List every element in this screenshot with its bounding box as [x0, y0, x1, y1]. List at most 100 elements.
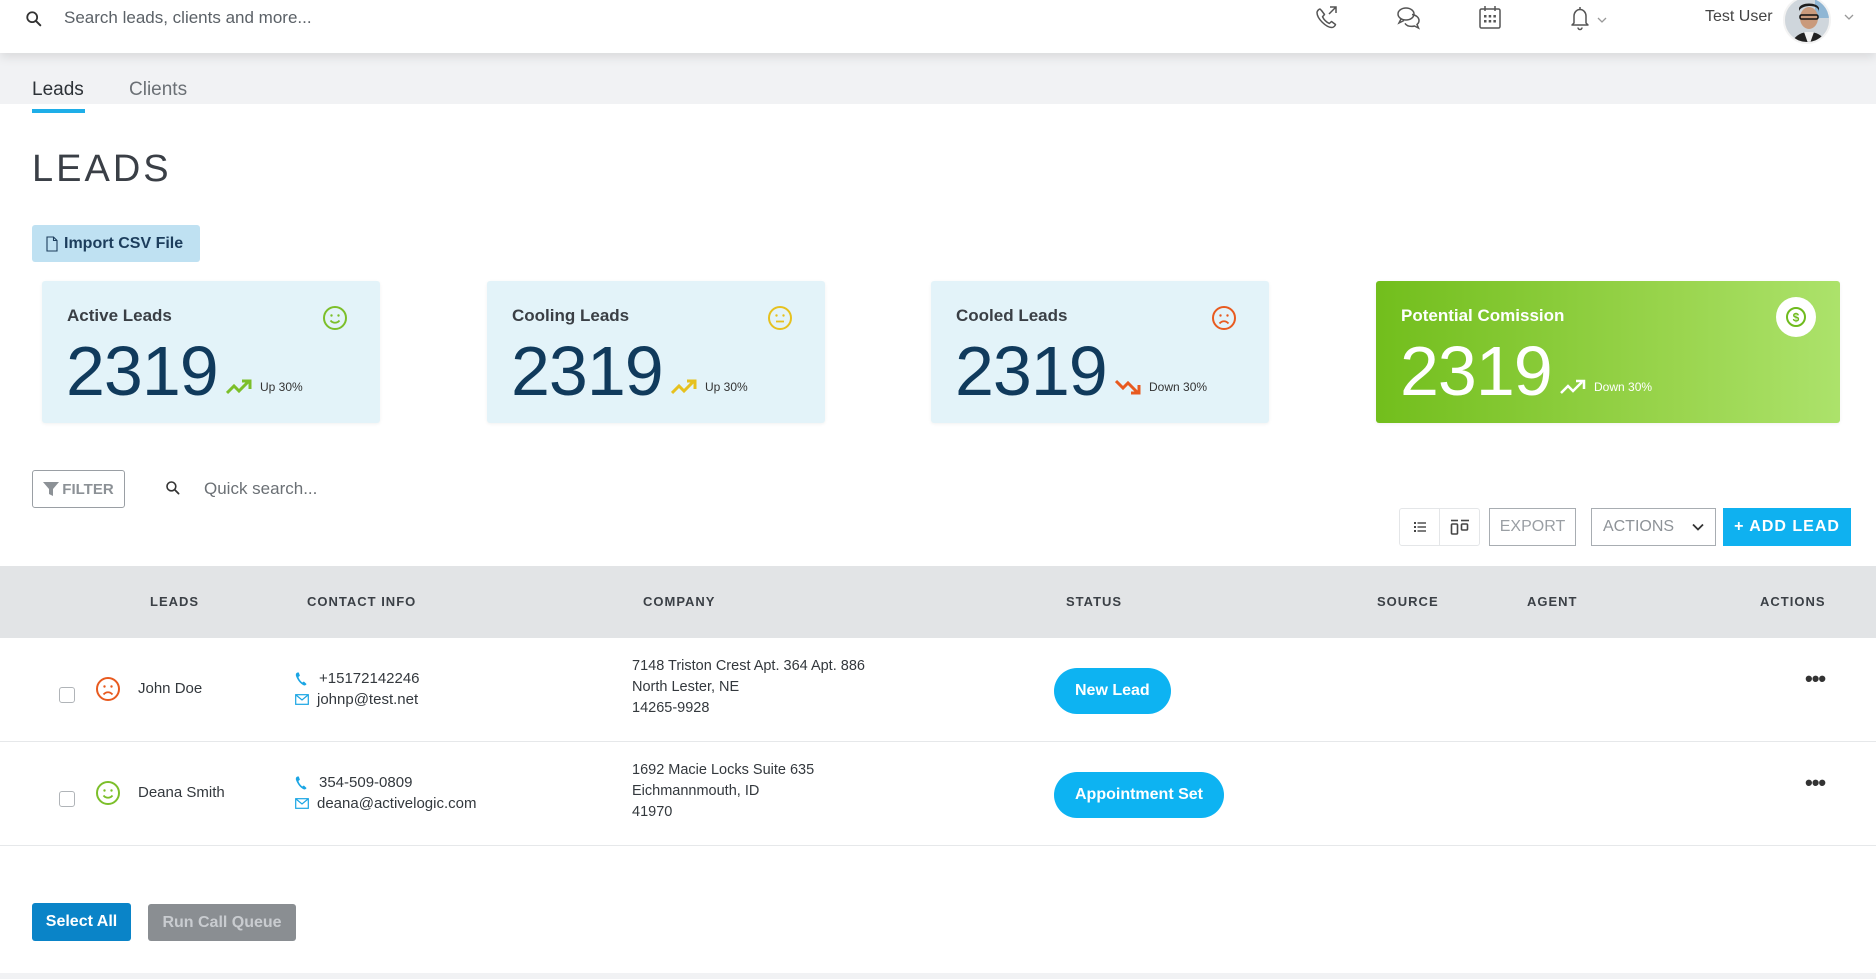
- company-address: 1692 Macie Locks Suite 635 Eichmannmouth…: [632, 760, 814, 823]
- filter-button[interactable]: FILTER: [32, 470, 125, 508]
- trend-down-icon: [1115, 379, 1141, 395]
- card-trend-label: Down 30%: [1594, 380, 1653, 394]
- bell-icon[interactable]: [1565, 3, 1595, 33]
- svg-text:$: $: [1793, 311, 1800, 325]
- card-trend-label: Up 30%: [705, 380, 748, 394]
- trend-up-icon: [1560, 379, 1586, 394]
- board-icon: [1450, 519, 1469, 535]
- chevron-down-icon: [1692, 523, 1704, 531]
- phone-number[interactable]: 354-509-0809: [319, 772, 412, 793]
- add-lead-button[interactable]: + ADD LEAD: [1723, 508, 1851, 546]
- user-menu-chevron-down-icon[interactable]: [1844, 12, 1854, 22]
- tabs-bar: Leads Clients: [0, 53, 1876, 104]
- address-line: North Lester, NE: [632, 679, 740, 695]
- outgoing-call-icon[interactable]: [1312, 3, 1342, 33]
- dollar-icon: $: [1786, 307, 1806, 327]
- file-icon: [46, 235, 58, 252]
- card-trend: Up 30%: [671, 379, 748, 395]
- column-header-status[interactable]: STATUS: [1066, 594, 1122, 609]
- notifications-chevron-down-icon[interactable]: [1597, 15, 1607, 25]
- status-badge[interactable]: Appointment Set: [1054, 772, 1224, 818]
- column-header-agent[interactable]: AGENT: [1527, 594, 1578, 609]
- list-view-button[interactable]: [1400, 509, 1439, 545]
- export-button[interactable]: EXPORT: [1489, 508, 1576, 546]
- happy-face-icon: [323, 306, 347, 330]
- actions-label: ACTIONS: [1602, 518, 1675, 535]
- stat-card-cooling-leads: Cooling Leads 2319 Up 30%: [487, 281, 825, 423]
- column-header-company[interactable]: COMPANY: [643, 594, 715, 609]
- chat-icon[interactable]: [1394, 3, 1424, 33]
- trend-up-icon: [671, 379, 697, 395]
- happy-face-icon: [96, 781, 120, 805]
- tab-clients[interactable]: Clients: [129, 79, 187, 101]
- phone-number[interactable]: +15172142246: [319, 668, 420, 689]
- card-trend-label: Down 30%: [1149, 380, 1208, 394]
- main-content: LEADS Import CSV File Active Leads 2319 …: [0, 104, 1876, 973]
- card-title: Cooled Leads: [956, 306, 1068, 325]
- neutral-face-icon: [768, 306, 792, 330]
- status-badge[interactable]: New Lead: [1054, 668, 1171, 714]
- lead-name[interactable]: Deana Smith: [138, 784, 225, 801]
- address-line: Eichmannmouth, ID: [632, 783, 760, 799]
- column-header-actions: ACTIONS: [1760, 594, 1826, 609]
- card-title: Active Leads: [67, 306, 172, 325]
- dollar-badge: $: [1776, 297, 1816, 337]
- column-header-source[interactable]: SOURCE: [1377, 594, 1439, 609]
- select-all-button[interactable]: Select All: [32, 903, 131, 941]
- trend-up-icon: [226, 379, 252, 395]
- row-actions-menu[interactable]: •••: [1805, 666, 1826, 692]
- card-value: 2319: [66, 332, 219, 410]
- card-value: 2319: [1400, 332, 1553, 410]
- lead-name[interactable]: John Doe: [138, 680, 202, 697]
- contact-info: 354-509-0809 deana@activelogic.com: [295, 772, 476, 814]
- table-row[interactable]: Deana Smith 354-509-0809 deana@activelog…: [0, 742, 1876, 846]
- row-actions-menu[interactable]: •••: [1805, 770, 1826, 796]
- address-line: 7148 Triston Crest Apt. 364 Apt. 886: [632, 658, 865, 674]
- card-trend: Up 30%: [226, 379, 303, 395]
- card-trend: Down 30%: [1560, 379, 1652, 395]
- user-photo-icon: [1785, 0, 1829, 42]
- sad-face-icon: [1212, 306, 1236, 330]
- top-bar: Search leads, clients and more... Test U…: [0, 0, 1876, 53]
- email-icon: [295, 694, 309, 705]
- column-header-contact-info[interactable]: CONTACT INFO: [307, 594, 416, 609]
- company-address: 7148 Triston Crest Apt. 364 Apt. 886 Nor…: [632, 656, 865, 719]
- user-name[interactable]: Test User: [1705, 8, 1773, 26]
- row-checkbox[interactable]: [59, 687, 75, 703]
- actions-dropdown[interactable]: ACTIONS: [1591, 508, 1716, 546]
- card-trend: Down 30%: [1115, 379, 1207, 395]
- stat-card-potential-commission: Potential Comission $ 2319 Down 30%: [1376, 281, 1840, 423]
- avatar[interactable]: [1783, 0, 1831, 44]
- search-icon: [26, 11, 42, 27]
- email-address[interactable]: johnp@test.net: [317, 689, 418, 710]
- page-title: LEADS: [32, 148, 172, 190]
- card-value: 2319: [511, 332, 664, 410]
- row-checkbox[interactable]: [59, 791, 75, 807]
- phone-icon: [295, 776, 307, 789]
- table-row[interactable]: John Doe +15172142246 johnp@test.net 714…: [0, 638, 1876, 742]
- filter-label: FILTER: [62, 480, 114, 498]
- list-icon: [1413, 522, 1426, 532]
- email-address[interactable]: deana@activelogic.com: [317, 793, 476, 814]
- quick-search-input[interactable]: [204, 476, 504, 502]
- stat-card-active-leads: Active Leads 2319 Up 30%: [42, 281, 380, 423]
- address-line: 41970: [632, 804, 673, 820]
- import-csv-label: Import CSV File: [64, 234, 184, 252]
- tab-leads[interactable]: Leads: [32, 79, 84, 101]
- sad-face-icon: [96, 677, 120, 701]
- phone-icon: [295, 672, 307, 685]
- card-value: 2319: [955, 332, 1108, 410]
- import-csv-button[interactable]: Import CSV File: [32, 225, 200, 262]
- global-search-input[interactable]: Search leads, clients and more...: [64, 8, 312, 28]
- filter-icon: [43, 482, 60, 496]
- active-tab-indicator: [32, 109, 85, 113]
- calendar-icon[interactable]: [1475, 3, 1505, 33]
- contact-info: +15172142246 johnp@test.net: [295, 668, 420, 710]
- column-header-leads[interactable]: LEADS: [150, 594, 199, 609]
- card-title: Cooling Leads: [512, 306, 630, 325]
- address-line: 14265-9928: [632, 700, 710, 716]
- view-toggle: [1399, 508, 1480, 546]
- board-view-button[interactable]: [1439, 509, 1479, 545]
- run-call-queue-button[interactable]: Run Call Queue: [148, 904, 296, 941]
- email-icon: [295, 798, 309, 809]
